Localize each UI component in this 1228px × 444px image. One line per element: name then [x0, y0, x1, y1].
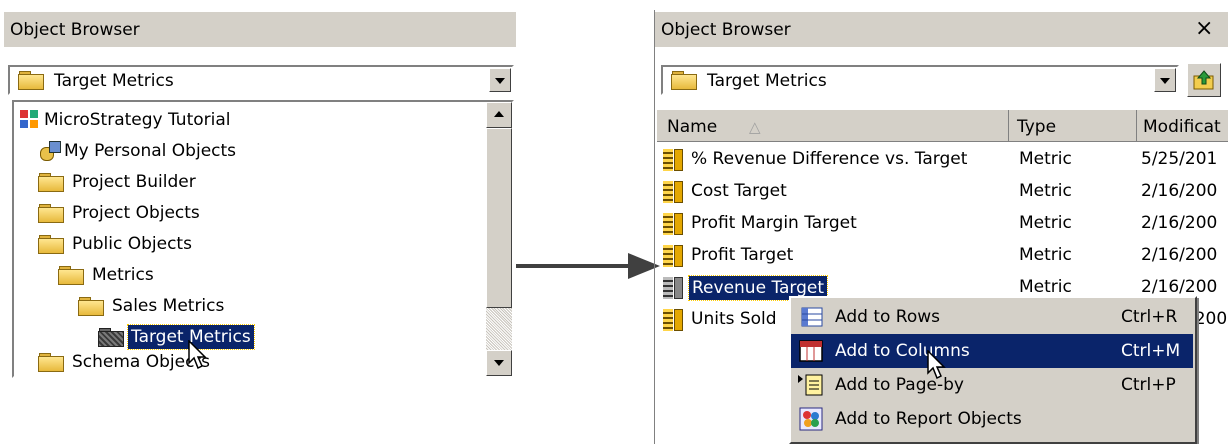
- right-folder-combo[interactable]: Target Metrics: [661, 65, 1179, 95]
- metric-icon: [663, 306, 685, 334]
- menu-item-add-to-page-by[interactable]: Add to Page-by Ctrl+P: [791, 368, 1193, 402]
- chevron-down-icon: [495, 78, 505, 84]
- sort-ascending-icon: △: [749, 118, 761, 136]
- tree-item-project[interactable]: MicroStrategy Tutorial: [18, 106, 231, 134]
- scroll-track[interactable]: [486, 308, 512, 350]
- menu-item-add-to-columns[interactable]: Add to Columns Ctrl+M: [791, 334, 1193, 368]
- right-panel-title: Object Browser: [655, 12, 1228, 48]
- scroll-down-button[interactable]: [486, 350, 512, 376]
- column-header-name[interactable]: Name △: [657, 110, 1009, 142]
- tree-item-sales-metrics[interactable]: Sales Metrics: [78, 292, 224, 320]
- up-one-level-button[interactable]: [1187, 63, 1221, 97]
- up-folder-icon: [1193, 70, 1214, 90]
- tree-item-schema-objects[interactable]: Schema Objects: [38, 348, 210, 376]
- left-panel-title: Object Browser: [4, 12, 516, 48]
- list-item[interactable]: Cost Target Metric 2/16/200: [657, 176, 1228, 208]
- list-item[interactable]: Profit Margin Target Metric 2/16/200: [657, 208, 1228, 240]
- tree-item-project-objects[interactable]: Project Objects: [38, 199, 200, 227]
- scroll-up-button[interactable]: [486, 102, 512, 128]
- left-tree-view: MicroStrategy Tutorial My Personal Objec…: [12, 100, 514, 378]
- tree-item-public-objects[interactable]: Public Objects: [38, 230, 192, 258]
- columns-grid-icon: [799, 340, 823, 362]
- right-folder-combo-value: Target Metrics: [707, 71, 827, 91]
- folder-icon: [38, 204, 64, 223]
- left-folder-combo-dropdown-button[interactable]: [489, 68, 511, 92]
- metric-icon: [663, 178, 685, 206]
- chevron-down-icon: [1160, 78, 1170, 84]
- rows-grid-icon: [801, 307, 823, 327]
- tree-item-my-personal-objects[interactable]: My Personal Objects: [38, 137, 236, 165]
- report-objects-icon: [799, 407, 823, 431]
- folder-icon: [38, 173, 64, 192]
- mouse-cursor-icon: [927, 350, 946, 380]
- scroll-thumb[interactable]: [486, 128, 512, 308]
- right-folder-combo-dropdown-button[interactable]: [1154, 68, 1176, 92]
- menu-item-add-to-rows[interactable]: Add to Rows Ctrl+R: [791, 300, 1193, 334]
- list-item[interactable]: % Revenue Difference vs. Target Metric 5…: [657, 144, 1228, 176]
- context-menu: Add to Rows Ctrl+R Add to Columns Ctrl+M…: [789, 296, 1197, 444]
- open-folder-icon: [18, 71, 44, 90]
- selected-folder-icon: [98, 328, 124, 347]
- column-header-modified[interactable]: Modificat: [1137, 110, 1228, 142]
- arrow-up-icon: [494, 111, 504, 117]
- metric-icon: [663, 274, 685, 302]
- personal-objects-icon: [38, 141, 61, 161]
- folder-icon: [38, 235, 64, 254]
- arrow-down-icon: [494, 360, 504, 366]
- left-folder-combo[interactable]: Target Metrics: [8, 65, 514, 95]
- mouse-cursor-icon: [188, 340, 207, 370]
- project-icon: [18, 110, 40, 130]
- folder-icon: [78, 297, 104, 316]
- folder-icon: [58, 266, 84, 285]
- right-arrow-icon: [516, 253, 660, 279]
- tree-item-project-builder[interactable]: Project Builder: [38, 168, 196, 196]
- right-object-browser: Object Browser × Target Metrics Name △ T…: [654, 10, 1228, 444]
- close-icon[interactable]: ×: [1195, 18, 1213, 40]
- metric-icon: [663, 146, 685, 174]
- list-header: Name △ Type Modificat: [657, 110, 1228, 142]
- left-tree-scrollbar[interactable]: [486, 102, 512, 376]
- metric-icon: [663, 242, 685, 270]
- menu-item-add-to-report-objects[interactable]: Add to Report Objects: [791, 402, 1193, 436]
- page-by-icon: [798, 374, 823, 396]
- left-folder-combo-value: Target Metrics: [54, 71, 174, 91]
- open-folder-icon: [671, 71, 697, 90]
- metric-icon: [663, 210, 685, 238]
- folder-icon: [38, 353, 64, 372]
- list-item[interactable]: Profit Target Metric 2/16/200: [657, 240, 1228, 272]
- tree-item-metrics[interactable]: Metrics: [58, 261, 154, 289]
- column-header-type[interactable]: Type: [1009, 110, 1137, 142]
